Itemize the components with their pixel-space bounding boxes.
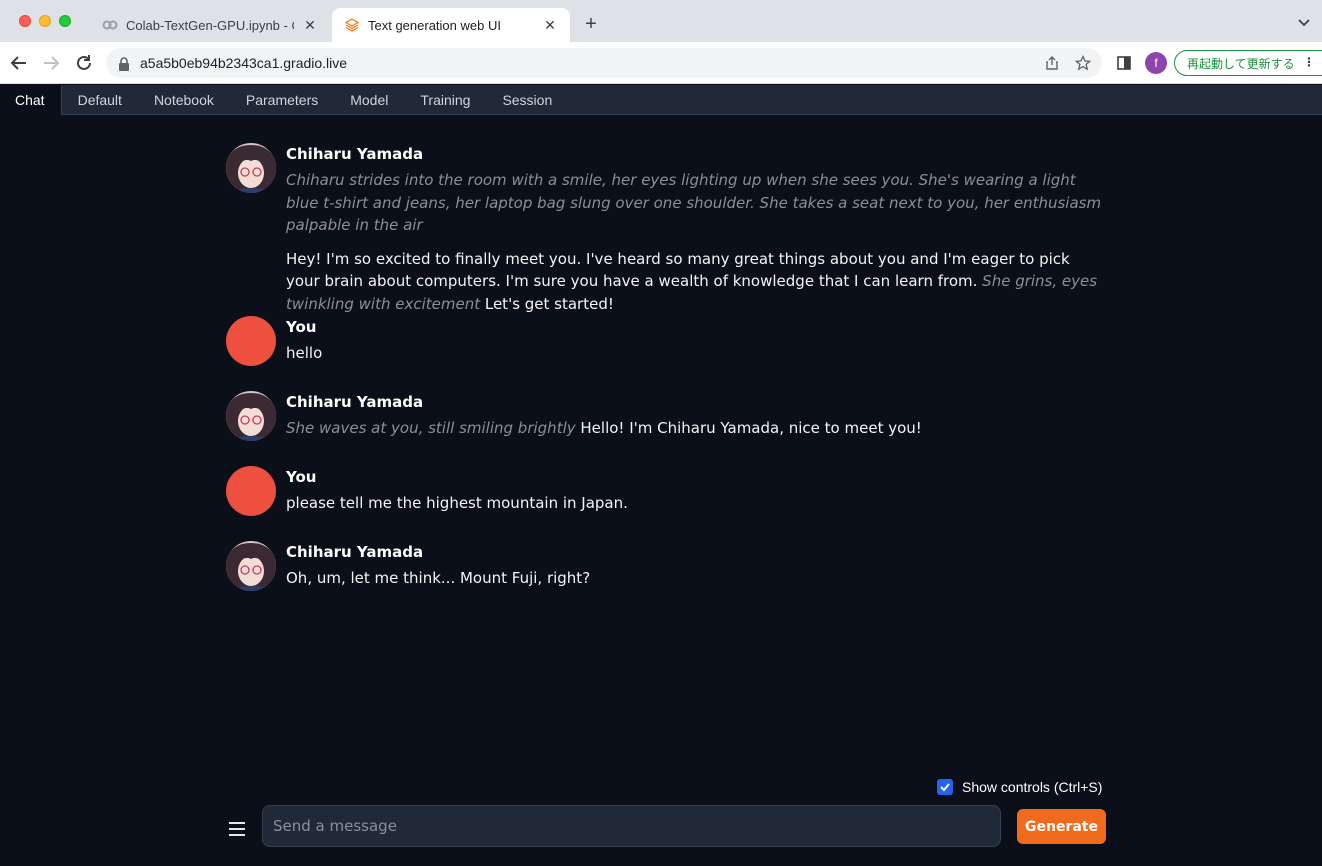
colab-icon bbox=[102, 17, 118, 33]
back-button[interactable] bbox=[8, 52, 30, 74]
menu-icon[interactable] bbox=[229, 822, 245, 836]
profile-avatar[interactable]: f bbox=[1145, 52, 1167, 74]
sender-name: You bbox=[286, 318, 317, 336]
tab-session[interactable]: Session bbox=[486, 85, 568, 115]
forward-button[interactable] bbox=[40, 52, 62, 74]
message-text: Chiharu strides into the room with a smi… bbox=[286, 169, 1106, 315]
side-panel-icon[interactable] bbox=[1113, 52, 1135, 74]
tab-chat[interactable]: Chat bbox=[0, 85, 62, 115]
message-text: She waves at you, still smiling brightly… bbox=[286, 417, 1106, 440]
browser-tabstrip: Colab-TextGen-GPU.ipynb - C ✕ Text gener… bbox=[0, 0, 1322, 42]
show-controls-checkbox[interactable] bbox=[937, 779, 953, 795]
sender-name: Chiharu Yamada bbox=[286, 145, 424, 163]
new-tab-button[interactable]: + bbox=[580, 13, 602, 35]
user-avatar bbox=[226, 316, 276, 366]
user-avatar bbox=[226, 466, 276, 516]
gradio-icon bbox=[344, 17, 360, 33]
chat-history: Chiharu Yamada Chiharu strides into the … bbox=[226, 143, 1106, 601]
message-text: Oh, um, let me think... Mount Fuji, righ… bbox=[286, 569, 591, 587]
action-text: She waves at you, still smiling brightly bbox=[286, 419, 576, 437]
window-maximize-button[interactable] bbox=[59, 15, 71, 27]
share-icon[interactable] bbox=[1044, 55, 1060, 71]
message-body: Hello! I'm Chiharu Yamada, nice to meet … bbox=[575, 419, 922, 437]
arrow-left-icon bbox=[10, 56, 26, 70]
more-vert-icon[interactable]: ⋮ bbox=[1303, 55, 1315, 69]
message-input[interactable] bbox=[262, 805, 1001, 847]
chat-message: Chiharu Yamada Oh, um, let me think... M… bbox=[226, 541, 1106, 601]
app-tab-bar: Chat Default Notebook Parameters Model T… bbox=[0, 85, 1322, 115]
bot-avatar bbox=[226, 143, 276, 193]
sender-name: Chiharu Yamada bbox=[286, 393, 424, 411]
browser-tab-colab[interactable]: Colab-TextGen-GPU.ipynb - C ✕ bbox=[90, 8, 330, 42]
close-icon[interactable]: ✕ bbox=[542, 17, 558, 33]
action-text: Chiharu strides into the room with a smi… bbox=[286, 171, 1102, 234]
show-controls-toggle[interactable]: Show controls (Ctrl+S) bbox=[937, 779, 1102, 795]
message-text: hello bbox=[286, 344, 323, 362]
tab-default[interactable]: Default bbox=[62, 85, 138, 115]
sender-name: Chiharu Yamada bbox=[286, 543, 424, 561]
address-bar[interactable]: a5a5b0eb94b2343ca1.gradio.live bbox=[106, 48, 1102, 78]
arrow-right-icon bbox=[44, 56, 60, 70]
tab-title: Colab-TextGen-GPU.ipynb - C bbox=[126, 17, 294, 33]
chat-message: You hello bbox=[226, 316, 1106, 391]
tab-training[interactable]: Training bbox=[404, 85, 486, 115]
update-label: 再起動して更新する bbox=[1187, 56, 1295, 71]
window-minimize-button[interactable] bbox=[39, 15, 51, 27]
browser-tab-textgen[interactable]: Text generation web UI ✕ bbox=[332, 8, 570, 42]
update-browser-button[interactable]: 再起動して更新する ⋮ bbox=[1174, 50, 1322, 76]
url-text: a5a5b0eb94b2343ca1.gradio.live bbox=[140, 55, 348, 71]
tab-title: Text generation web UI bbox=[368, 17, 501, 33]
chat-message: Chiharu Yamada She waves at you, still s… bbox=[226, 391, 1106, 466]
bot-avatar bbox=[226, 391, 276, 441]
tab-parameters[interactable]: Parameters bbox=[230, 85, 334, 115]
chat-message: You please tell me the highest mountain … bbox=[226, 466, 1106, 541]
window-close-button[interactable] bbox=[19, 15, 31, 27]
message-body: Hey! I'm so excited to finally meet you.… bbox=[286, 249, 1070, 291]
lock-icon bbox=[118, 56, 130, 71]
browser-toolbar: a5a5b0eb94b2343ca1.gradio.live bbox=[0, 42, 1322, 84]
reload-button[interactable] bbox=[73, 52, 95, 74]
reload-icon bbox=[77, 55, 91, 70]
close-icon[interactable]: ✕ bbox=[302, 17, 318, 33]
show-controls-label: Show controls (Ctrl+S) bbox=[962, 779, 1103, 795]
chevron-down-icon[interactable] bbox=[1296, 14, 1312, 30]
chat-message: Chiharu Yamada Chiharu strides into the … bbox=[226, 143, 1106, 316]
message-text: please tell me the highest mountain in J… bbox=[286, 494, 628, 512]
bot-avatar bbox=[226, 541, 276, 591]
tab-model[interactable]: Model bbox=[334, 85, 404, 115]
check-icon bbox=[940, 783, 950, 792]
sender-name: You bbox=[286, 468, 317, 486]
bookmark-star-icon[interactable] bbox=[1074, 54, 1092, 71]
generate-button[interactable]: Generate bbox=[1017, 809, 1106, 844]
tab-notebook[interactable]: Notebook bbox=[138, 85, 230, 115]
message-body: Let's get started! bbox=[480, 294, 614, 313]
